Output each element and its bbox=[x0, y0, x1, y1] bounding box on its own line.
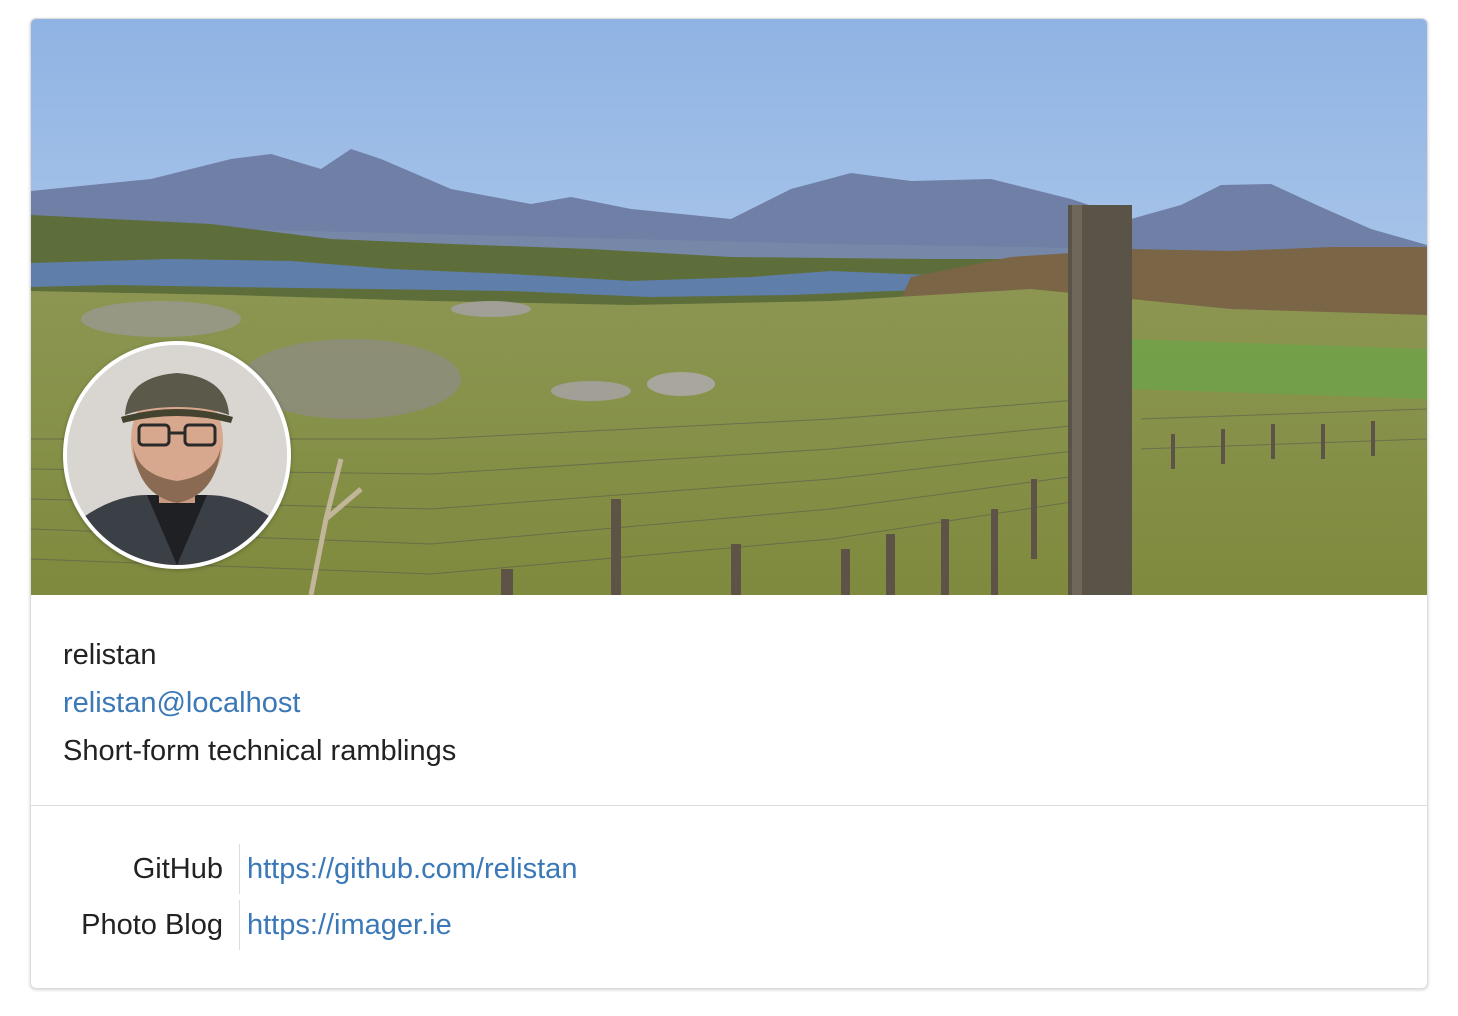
field-name: GitHub bbox=[132, 853, 223, 885]
field-row-github: GitHub https://github.com/relistan bbox=[31, 841, 1427, 897]
divider bbox=[31, 805, 1427, 806]
github-link[interactable]: https://github.com/relistan bbox=[247, 841, 577, 897]
avatar[interactable] bbox=[63, 341, 291, 569]
account-handle[interactable]: relistan@localhost bbox=[63, 679, 1395, 727]
profile-bio: Short-form technical ramblings bbox=[63, 735, 457, 767]
profile-card: relistan relistan@localhost Short-form t… bbox=[30, 18, 1428, 989]
photo-blog-link[interactable]: https://imager.ie bbox=[247, 897, 452, 953]
profile-fields: GitHub https://github.com/relistan Photo… bbox=[31, 841, 1427, 953]
profile-info: relistan relistan@localhost Short-form t… bbox=[63, 631, 1395, 775]
field-separator bbox=[239, 844, 240, 894]
field-row-photo-blog: Photo Blog https://imager.ie bbox=[31, 897, 1427, 953]
field-name: Photo Blog bbox=[81, 909, 223, 941]
display-name: relistan bbox=[63, 639, 157, 671]
field-separator bbox=[239, 900, 240, 950]
